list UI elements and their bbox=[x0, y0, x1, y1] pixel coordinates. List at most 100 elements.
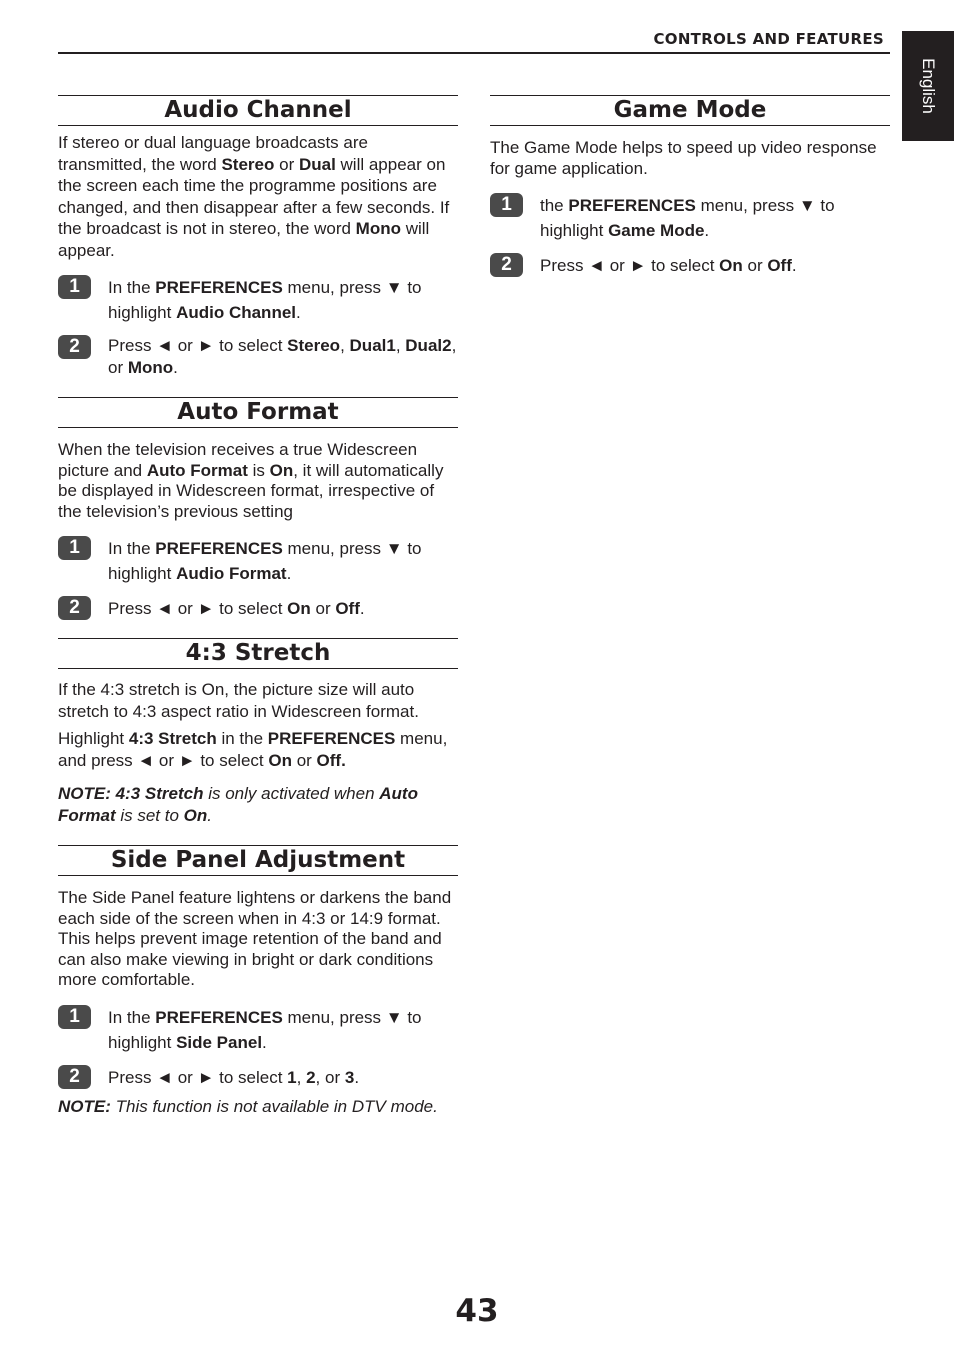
text: or bbox=[310, 599, 336, 618]
bold-text: PREFERENCES bbox=[267, 729, 396, 748]
language-tab-label: English bbox=[919, 58, 938, 114]
section-title-audio-channel: Audio Channel bbox=[58, 95, 458, 126]
text: This function is not available in DTV mo… bbox=[110, 1096, 438, 1116]
bold-text: 1 bbox=[287, 1067, 297, 1087]
section-title-stretch: 4:3 Stretch bbox=[58, 638, 458, 669]
bold-text: Audio Format bbox=[176, 564, 287, 583]
bold-text: On bbox=[269, 460, 294, 480]
step-number-badge: 1 bbox=[58, 536, 91, 560]
bold-text: 3 bbox=[344, 1067, 355, 1087]
text: . bbox=[791, 256, 797, 275]
header-rule bbox=[58, 52, 890, 54]
step-text: In the PREFERENCES menu, press ▼ to high… bbox=[108, 275, 458, 325]
step-number-badge: 1 bbox=[490, 193, 523, 217]
game-mode-body: The Game Mode helps to speed up video re… bbox=[490, 138, 877, 178]
text: In the bbox=[108, 278, 156, 297]
bold-text: 4:3 Stretch bbox=[128, 729, 217, 748]
text: In the bbox=[108, 1007, 156, 1027]
text: , or bbox=[315, 1067, 345, 1087]
text: is set to bbox=[115, 805, 184, 825]
step-text: In the PREFERENCES menu, press ▼ to high… bbox=[108, 536, 458, 586]
bold-text: NOTE: 4:3 Stretch bbox=[58, 784, 204, 803]
step-number-badge: 2 bbox=[58, 596, 91, 620]
text: , bbox=[340, 336, 350, 355]
bold-text: Stereo bbox=[221, 154, 275, 174]
text: is only activated when bbox=[203, 784, 380, 803]
step-text: In the PREFERENCES menu, press ▼ to high… bbox=[108, 1005, 458, 1055]
stretch-note: NOTE: 4:3 Stretch is only activated when… bbox=[58, 783, 458, 826]
text: . bbox=[296, 303, 301, 322]
bold-text: PREFERENCES bbox=[155, 1007, 283, 1027]
section-title-side-panel: Side Panel Adjustment bbox=[58, 845, 458, 876]
text: . bbox=[173, 358, 178, 377]
bold-text: PREFERENCES bbox=[155, 539, 283, 558]
bold-text: On bbox=[719, 256, 743, 275]
audio-channel-body: If stereo or dual language broadcasts ar… bbox=[58, 132, 458, 261]
text: . bbox=[704, 221, 710, 240]
text: the bbox=[540, 196, 569, 215]
right-column: Game Mode The Game Mode helps to speed u… bbox=[490, 95, 890, 278]
running-header: CONTROLS AND FEATURES bbox=[653, 30, 884, 48]
text: , bbox=[395, 336, 406, 355]
text: in the bbox=[216, 729, 268, 748]
bold-text: NOTE: bbox=[58, 1096, 111, 1116]
left-column: Audio Channel If stereo or dual language… bbox=[58, 95, 458, 1117]
step-1: 1 In the PREFERENCES menu, press ▼ to hi… bbox=[58, 536, 458, 586]
step-text: Press ◄ or ► to select On or Off. bbox=[540, 253, 890, 278]
text: or bbox=[274, 154, 299, 174]
text: Highlight bbox=[58, 729, 129, 748]
bold-text: On bbox=[183, 805, 208, 825]
step-number-badge: 1 bbox=[58, 1004, 91, 1029]
bold-text: Dual2 bbox=[405, 336, 452, 355]
bold-text: Mono bbox=[355, 219, 401, 238]
text: . bbox=[286, 564, 292, 583]
step-1: 1 the PREFERENCES menu, press ▼ to highl… bbox=[490, 193, 890, 243]
bold-text: Stereo bbox=[287, 336, 341, 355]
side-panel-note: NOTE: This function is not available in … bbox=[58, 1096, 458, 1118]
step-1: 1 In the PREFERENCES menu, press ▼ to hi… bbox=[58, 275, 458, 325]
bold-text: On bbox=[287, 599, 311, 618]
stretch-body: If the 4:3 stretch is On, the picture si… bbox=[58, 680, 419, 721]
bold-text: Game Mode bbox=[608, 221, 705, 240]
section-title-auto-format: Auto Format bbox=[58, 397, 458, 428]
step-number-badge: 2 bbox=[58, 1064, 91, 1089]
text: . bbox=[207, 805, 212, 825]
auto-format-body: When the television receives a true Wide… bbox=[58, 440, 458, 522]
step-2: 2 Press ◄ or ► to select Stereo, Dual1, … bbox=[58, 335, 458, 379]
page-number: 43 bbox=[455, 1293, 499, 1329]
bold-text: On bbox=[268, 750, 292, 770]
bold-text: Side Panel bbox=[176, 1032, 263, 1052]
step-text: the PREFERENCES menu, press ▼ to highlig… bbox=[540, 193, 890, 243]
step-number-badge: 2 bbox=[58, 335, 91, 359]
step-number-badge: 2 bbox=[490, 253, 523, 277]
text: Press ◄ or ► to select bbox=[540, 256, 720, 275]
text: In the bbox=[108, 539, 156, 558]
text: . bbox=[359, 599, 365, 618]
text: or bbox=[742, 256, 768, 275]
text: . bbox=[354, 1067, 360, 1087]
text: or bbox=[291, 750, 317, 770]
stretch-instructions: Highlight 4:3 Stretch in the PREFERENCES… bbox=[58, 728, 458, 771]
step-number-badge: 1 bbox=[58, 275, 91, 299]
bold-text: PREFERENCES bbox=[568, 196, 696, 215]
text: is bbox=[247, 460, 270, 480]
step-2: 2 Press ◄ or ► to select On or Off. bbox=[490, 253, 890, 278]
bold-text: Off bbox=[335, 599, 360, 618]
side-panel-body: The Side Panel feature lightens or darke… bbox=[58, 888, 452, 989]
step-2: 2 Press ◄ or ► to select On or Off. bbox=[58, 596, 458, 621]
text: Press ◄ or ► to select bbox=[108, 599, 288, 618]
language-tab: English bbox=[902, 31, 954, 141]
step-2: 2 Press ◄ or ► to select 1, 2, or 3. bbox=[58, 1064, 458, 1090]
text: Press ◄ or ► to select bbox=[108, 336, 288, 355]
step-text: Press ◄ or ► to select On or Off. bbox=[108, 596, 458, 621]
bold-text: Auto Format bbox=[146, 460, 248, 480]
step-text: Press ◄ or ► to select 1, 2, or 3. bbox=[108, 1065, 458, 1090]
text: . bbox=[262, 1032, 267, 1052]
bold-text: Audio Channel bbox=[176, 303, 297, 322]
step-1: 1 In the PREFERENCES menu, press ▼ to hi… bbox=[58, 1004, 458, 1055]
bold-text: Off. bbox=[316, 750, 346, 770]
section-title-game-mode: Game Mode bbox=[490, 95, 890, 126]
step-text: Press ◄ or ► to select Stereo, Dual1, Du… bbox=[108, 335, 458, 379]
bold-text: Mono bbox=[127, 358, 174, 377]
bold-text: Dual1 bbox=[349, 336, 396, 355]
